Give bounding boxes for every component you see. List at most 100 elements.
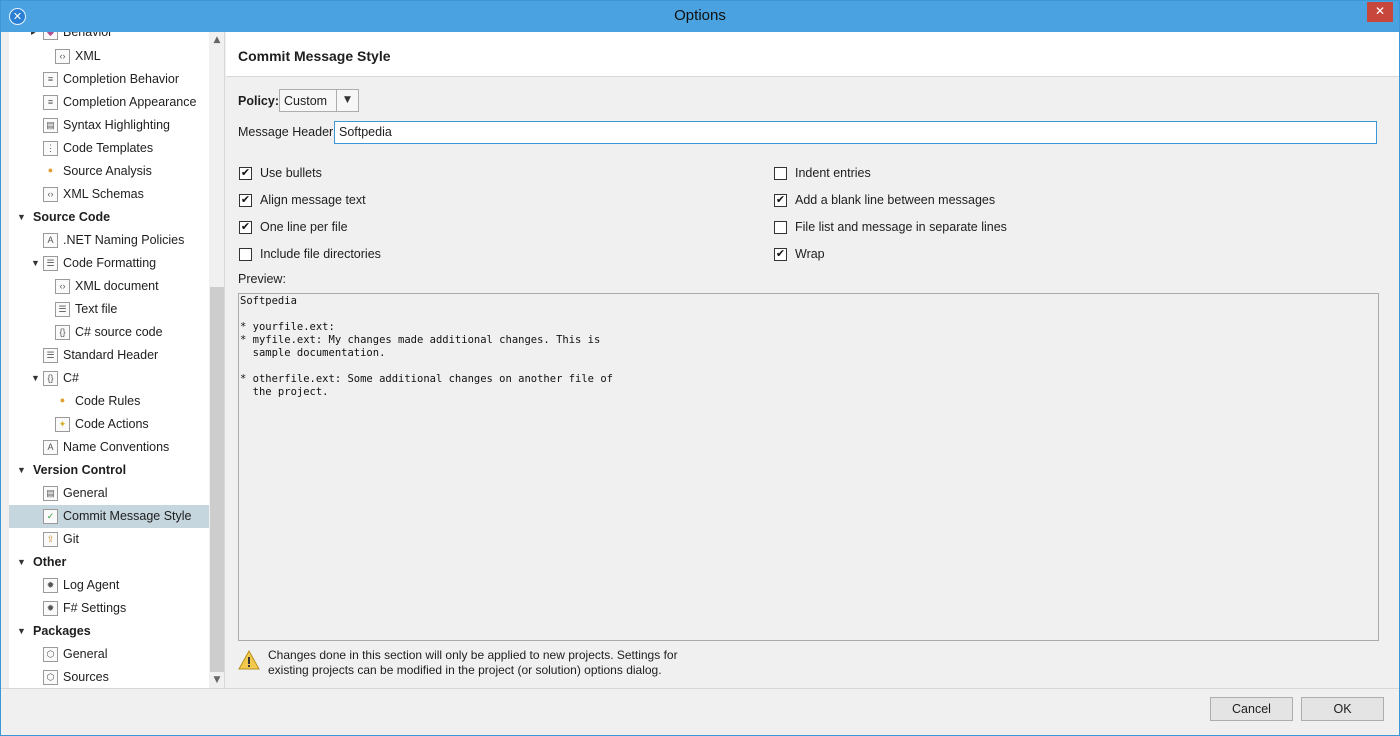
scroll-down-icon[interactable]: ▼	[209, 672, 224, 688]
sidebar-item-log-agent[interactable]: ✹ Log Agent	[9, 574, 209, 597]
sidebar-item-c-source-code[interactable]: {} C# source code	[9, 321, 209, 344]
expanded-arrow-icon[interactable]: ▼	[31, 252, 41, 275]
sidebar-item-label: XML	[75, 49, 101, 63]
sidebar-item-completion-appearance[interactable]: ≡ Completion Appearance	[9, 91, 209, 114]
xml-file-icon: ‹›	[43, 187, 58, 202]
sidebar-item-git[interactable]: ⇪ Git	[9, 528, 209, 551]
sidebar-item-label: Name Conventions	[63, 440, 170, 454]
sidebar-item-label: Code Formatting	[63, 256, 157, 270]
csharp-file-icon: {}	[43, 371, 58, 386]
sidebar-item-net-naming-policies[interactable]: A .NET Naming Policies	[9, 229, 209, 252]
sidebar-item-label: Sources	[63, 670, 109, 684]
checkbox-label: Wrap	[795, 247, 825, 261]
template-icon: ⋮	[43, 141, 58, 156]
bullet-icon: ●	[59, 395, 66, 405]
sidebar-item-text-file[interactable]: ☰ Text file	[9, 298, 209, 321]
checkbox-checked-icon[interactable]: ✔	[239, 221, 252, 234]
sidebar-item-label: Source Analysis	[63, 164, 152, 178]
chevron-down-icon[interactable]: ▼	[336, 90, 358, 111]
sidebar-item-label: C#	[63, 371, 79, 385]
sidebar-item-label: Other	[33, 555, 67, 569]
sidebar-item-version-control[interactable]: ▼ Version Control	[9, 459, 209, 482]
checkbox-unchecked-icon[interactable]	[774, 167, 787, 180]
sidebar-item-source-code[interactable]: ▼ Source Code	[9, 206, 209, 229]
sidebar-item-label: Code Actions	[75, 417, 149, 431]
checkbox-unchecked-icon[interactable]	[239, 248, 252, 261]
gear-icon: ✹	[43, 578, 58, 593]
collapsed-arrow-icon[interactable]: ▸	[31, 32, 41, 44]
scroll-thumb[interactable]	[210, 287, 224, 672]
sidebar-item-label: Source Code	[33, 210, 111, 224]
cancel-button[interactable]: Cancel	[1210, 697, 1293, 721]
sidebar-item-label: Git	[63, 532, 79, 546]
sidebar-item-label: .NET Naming Policies	[63, 233, 185, 247]
page-title: Commit Message Style	[238, 48, 391, 64]
sidebar-item-xml-schemas[interactable]: ‹› XML Schemas	[9, 183, 209, 206]
package-icon: ⬡	[43, 670, 58, 685]
sidebar-item-sources[interactable]: ⬡ Sources	[9, 666, 209, 688]
sidebar-item-label: Standard Header	[63, 348, 159, 362]
sidebar-item-completion-behavior[interactable]: ≡ Completion Behavior	[9, 68, 209, 91]
preview-text-area[interactable]: Softpedia * yourfile.ext: * myfile.ext: …	[238, 293, 1379, 641]
expanded-arrow-icon[interactable]: ▼	[17, 459, 27, 482]
gear-icon: ✹	[43, 601, 58, 616]
sidebar-item-code-actions[interactable]: ✦ Code Actions	[9, 413, 209, 436]
close-button[interactable]: ✕	[1367, 2, 1393, 22]
sidebar-item-label: C# source code	[75, 325, 163, 339]
naming-icon: A	[43, 233, 58, 248]
title-bar[interactable]: ✕ Options ✕	[1, 1, 1399, 32]
palette-icon: ▤	[43, 118, 58, 133]
options-window: ✕ Options ✕ ▸ ◆ Behavior ‹› XML ≡ Completion B…	[0, 0, 1400, 736]
sidebar-item-other[interactable]: ▼ Other	[9, 551, 209, 574]
checkbox-checked-icon[interactable]: ✔	[239, 194, 252, 207]
checkbox-checked-icon[interactable]: ✔	[774, 248, 787, 261]
warning-message: Changes done in this section will only b…	[268, 648, 678, 677]
sidebar-item-name-conventions[interactable]: A Name Conventions	[9, 436, 209, 459]
sidebar-item-label: Completion Behavior	[63, 72, 180, 86]
sidebar-item-xml[interactable]: ‹› XML	[9, 45, 209, 68]
message-header-input[interactable]: Softpedia	[334, 121, 1377, 144]
sidebar-item-label: Text file	[75, 302, 118, 316]
sidebar-item-standard-header[interactable]: ☰ Standard Header	[9, 344, 209, 367]
sidebar-item-label: Code Rules	[75, 394, 141, 408]
checkbox-label: Use bullets	[260, 166, 322, 180]
checkbox-label: Include file directories	[260, 247, 381, 261]
ok-button[interactable]: OK	[1301, 697, 1384, 721]
sidebar-item-code-formatting[interactable]: ▼ ☰ Code Formatting	[9, 252, 209, 275]
main-panel: Commit Message Style Policy: Custom ▼ Me…	[226, 32, 1399, 688]
sidebar-item-packages[interactable]: ▼ Packages	[9, 620, 209, 643]
sidebar-item-behavior[interactable]: ▸ ◆ Behavior	[9, 32, 209, 44]
scroll-up-icon[interactable]: ▲	[209, 32, 224, 48]
sidebar-scrollbar[interactable]: ▲ ▼	[209, 32, 224, 688]
checkbox-checked-icon[interactable]: ✔	[774, 194, 787, 207]
expanded-arrow-icon[interactable]: ▼	[17, 206, 27, 229]
sidebar-item-code-templates[interactable]: ⋮ Code Templates	[9, 137, 209, 160]
sidebar-item-c[interactable]: ▼{} C#	[9, 367, 209, 390]
expanded-arrow-icon[interactable]: ▼	[31, 367, 41, 390]
expanded-arrow-icon[interactable]: ▼	[17, 620, 27, 643]
sidebar-item-xml-document[interactable]: ‹› XML document	[9, 275, 209, 298]
sidebar-item-label: Commit Message Style	[63, 509, 192, 523]
expanded-arrow-icon[interactable]: ▼	[17, 551, 27, 574]
policy-select[interactable]: Custom ▼	[279, 89, 359, 112]
checkbox-label: Indent entries	[795, 166, 871, 180]
sidebar-item-code-rules[interactable]: ● Code Rules	[9, 390, 209, 413]
sidebar-item-label: Packages	[33, 624, 91, 638]
checkbox-label: File list and message in separate lines	[795, 220, 1007, 234]
preview-label: Preview:	[238, 272, 286, 286]
window-title: Options	[674, 7, 726, 24]
sidebar-item-source-analysis[interactable]: ● Source Analysis	[9, 160, 209, 183]
server-icon: ▤	[43, 486, 58, 501]
checkbox-unchecked-icon[interactable]	[774, 221, 787, 234]
checkbox-label: Add a blank line between messages	[795, 193, 996, 207]
sidebar-item-commit-message-style[interactable]: ✓ Commit Message Style	[9, 505, 209, 528]
sidebar-item-syntax-highlighting[interactable]: ▤ Syntax Highlighting	[9, 114, 209, 137]
checkbox-checked-icon[interactable]: ✔	[239, 167, 252, 180]
list-icon: ≡	[43, 95, 58, 110]
document-icon: ☰	[43, 256, 58, 271]
sidebar-item-general[interactable]: ⬡ General	[9, 643, 209, 666]
warning-icon	[238, 649, 260, 670]
document-icon: ☰	[43, 348, 58, 363]
sidebar-item-general[interactable]: ▤ General	[9, 482, 209, 505]
sidebar-item-f-settings[interactable]: ✹ F# Settings	[9, 597, 209, 620]
